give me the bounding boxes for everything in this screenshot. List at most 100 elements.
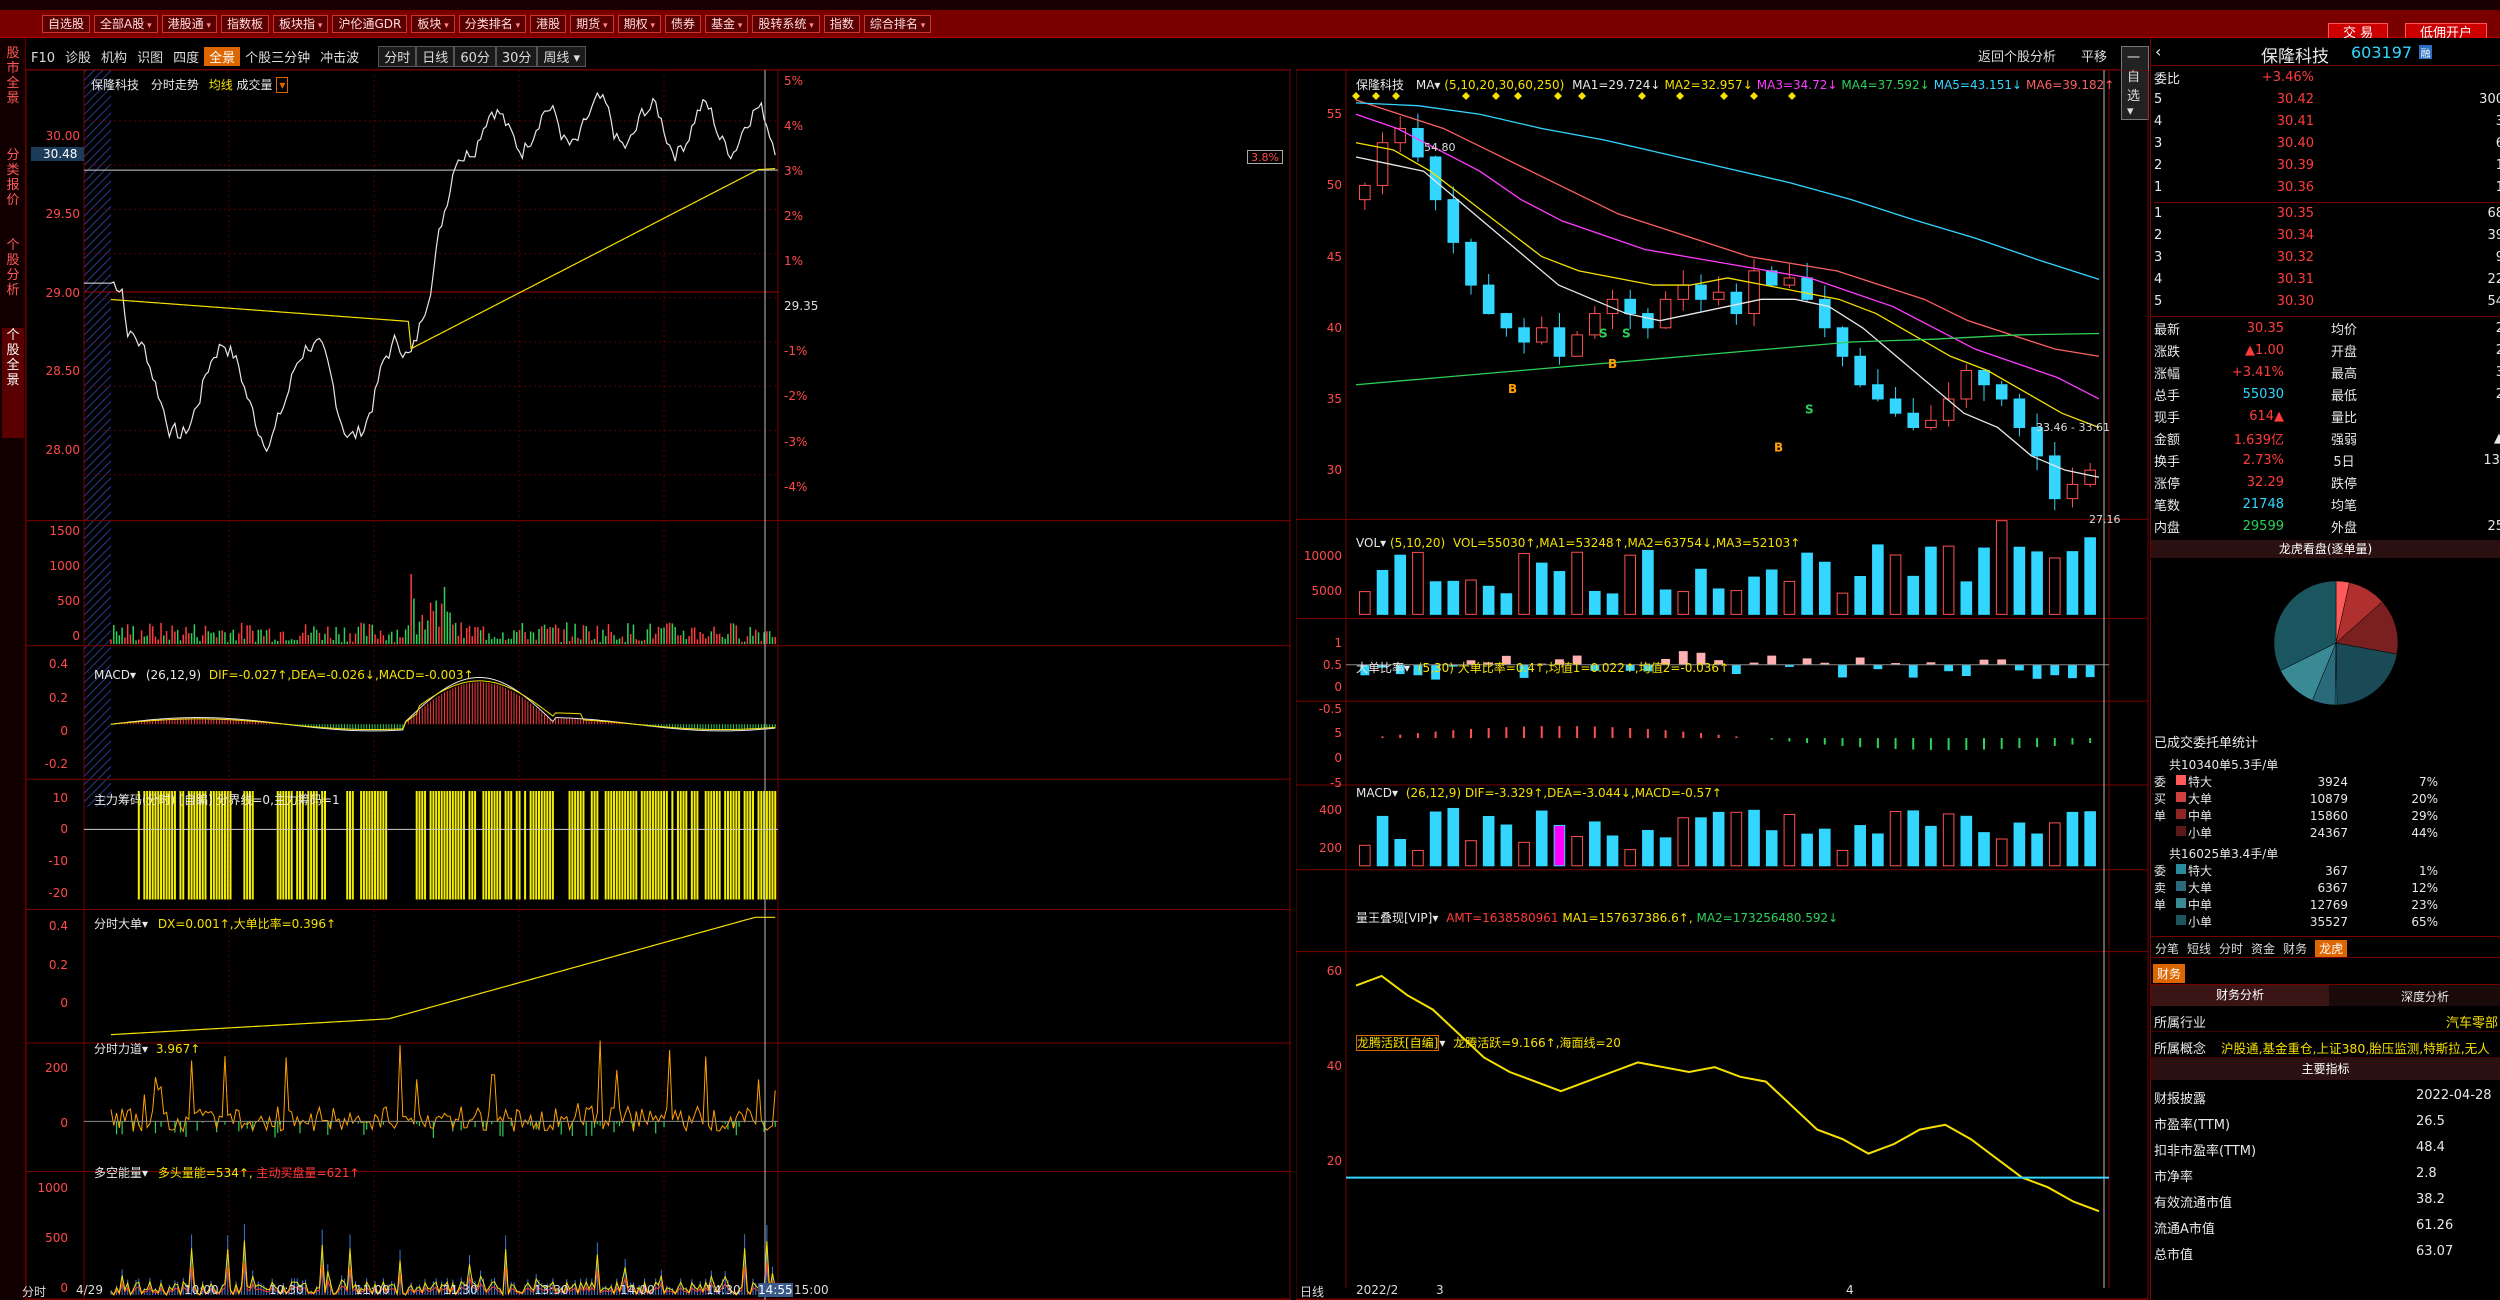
tab-finance-analysis[interactable]: 财务分析 bbox=[2151, 985, 2329, 1006]
tab-stock-analysis[interactable]: 个股分析 bbox=[2, 238, 24, 313]
tab-deep-analysis[interactable]: 深度分析 bbox=[2401, 988, 2449, 1005]
kline-price-axis-label: 30 bbox=[1326, 463, 1342, 478]
menu-item-9[interactable]: 期货 bbox=[570, 15, 614, 33]
sell-table: 委特大 367 1% 卖大单 6367 12% 单中单 12769 23% 小单 35527 65% bbox=[2154, 862, 2438, 930]
kline-bigratio-bar bbox=[1961, 664, 1971, 677]
kline-wang-bar bbox=[2031, 833, 2043, 867]
quote-tab-4[interactable]: 财务 bbox=[2283, 940, 2307, 957]
toolbar-item-0[interactable]: F10 bbox=[26, 51, 60, 66]
menu-item-7[interactable]: 分类排名 bbox=[458, 15, 527, 33]
right-toolbar: 返回个股分析 平移 一自选 ▾ bbox=[1296, 38, 2149, 120]
toolbar-item-5[interactable]: 全景 bbox=[204, 47, 241, 66]
time-axis-label: 11:00 bbox=[355, 1283, 390, 1297]
kline-wang-bar bbox=[1465, 840, 1477, 867]
force-axis-label: 0 bbox=[60, 1116, 68, 1131]
intraday-big-order-line bbox=[110, 916, 776, 1036]
tab-stock-panorama[interactable]: 个股全景 bbox=[2, 328, 24, 438]
buy-table: 委特大 3924 7% 买大单 10879 20% 单中单 15860 29% 小单 24367 44… bbox=[2154, 773, 2438, 841]
toolbar-item-7[interactable]: 冲击波 bbox=[315, 47, 364, 66]
ma-value-4: MA4=37.592↓ bbox=[1841, 78, 1930, 92]
bid-row: 3 30.32 9 bbox=[2154, 249, 2500, 265]
kline-wang-bar bbox=[2066, 811, 2079, 867]
ma-value-2: MA2=32.957↓ bbox=[1664, 78, 1753, 92]
tab-finance-active[interactable]: 财务 bbox=[2153, 964, 2186, 983]
time-axis-label: 15:00 bbox=[794, 1283, 829, 1297]
sell-row: 单中单 12769 23% bbox=[2154, 897, 2438, 913]
back-to-analysis-button[interactable]: 返回个股分析 bbox=[1973, 46, 2061, 65]
menu-item-5[interactable]: 沪伦通GDR bbox=[332, 15, 408, 33]
menu-item-0[interactable]: 自选股 bbox=[42, 15, 91, 33]
tab-market-overview[interactable]: 股市全景 bbox=[2, 46, 24, 121]
menu-item-13[interactable]: 股转系统 bbox=[752, 15, 820, 33]
kline-volume-bar bbox=[1553, 571, 1566, 615]
kline-wang-bar bbox=[1978, 832, 1990, 867]
toolbar-item-6[interactable]: 个股三分钟 bbox=[240, 47, 315, 66]
ask-row: 3 30.40 6 bbox=[2154, 135, 2500, 151]
kline-wang-bar bbox=[1730, 811, 1743, 867]
period-3[interactable]: 30分 bbox=[495, 46, 538, 67]
header-dropdown-icon[interactable]: ▾ bbox=[276, 77, 289, 93]
kline-time-axis-label: 3 bbox=[1436, 1283, 1444, 1297]
signal-diamond-icon bbox=[1514, 92, 1522, 100]
kline-volume-bar bbox=[2084, 537, 2096, 615]
menu-item-4[interactable]: 板块指 bbox=[273, 15, 329, 33]
stock-toolbar: F10 诊股 机构 识图 四度 全景 个股三分钟 冲击波 分时 日线 60分 30分 周线 ▾ bbox=[26, 38, 1291, 70]
toolbar-item-1[interactable]: 诊股 bbox=[60, 47, 96, 66]
menu-item-15[interactable]: 综合排名 bbox=[863, 15, 932, 33]
kline-candle bbox=[1624, 298, 1637, 315]
menu-item-8[interactable]: 港股 bbox=[530, 15, 567, 33]
kline-candle bbox=[1942, 398, 1955, 421]
quote-tab-3[interactable]: 资金 bbox=[2251, 940, 2275, 957]
quote-tab-0[interactable]: 分笔 bbox=[2155, 940, 2179, 957]
pan-button[interactable]: 平移 bbox=[2076, 46, 2112, 65]
kline-candle bbox=[1359, 184, 1371, 201]
pct-axis-label: -2% bbox=[784, 389, 808, 404]
menu-item-3[interactable]: 指数板 bbox=[221, 15, 270, 33]
period-1[interactable]: 日线 bbox=[416, 46, 455, 67]
kline-time-axis-label[interactable]: 日线 bbox=[1300, 1283, 1324, 1300]
finance-row: 市净率 2.8 bbox=[2154, 1166, 2437, 1185]
finance-row: 财报披露 2022-04-28 bbox=[2154, 1088, 2492, 1107]
toolbar-item-3[interactable]: 识图 bbox=[132, 47, 168, 66]
toolbar-item-2[interactable]: 机构 bbox=[96, 47, 132, 66]
kline-volume-bar bbox=[2066, 551, 2079, 615]
chip-axis-label: 0 bbox=[60, 822, 68, 837]
menu-item-1[interactable]: 全部A股 bbox=[94, 15, 158, 33]
toolbar-item-4[interactable]: 四度 bbox=[168, 47, 204, 66]
quote-tab-5[interactable]: 龙虎 bbox=[2315, 940, 2348, 957]
finance-row: 总市值 63.07 bbox=[2154, 1244, 2454, 1263]
ask-row: 2 30.39 1 bbox=[2154, 157, 2500, 173]
kline-volume-bar bbox=[1748, 576, 1760, 615]
quote-tab-2[interactable]: 分时 bbox=[2219, 940, 2243, 957]
menu-item-2[interactable]: 港股通 bbox=[161, 15, 218, 33]
kline-candle bbox=[1907, 412, 1920, 428]
quote-tab-1[interactable]: 短线 bbox=[2187, 940, 2211, 957]
buy-row: 买大单 10879 20% bbox=[2154, 791, 2438, 807]
ma-value-6: MA6=39.182↑ bbox=[2026, 78, 2115, 92]
kline-volume-bar bbox=[1359, 591, 1371, 615]
price-axis-label: 30.00 bbox=[45, 128, 80, 143]
kline-candle bbox=[1447, 199, 1460, 243]
menu-item-11[interactable]: 债券 bbox=[664, 15, 701, 33]
info-icon[interactable]: 融 bbox=[2419, 45, 2432, 60]
kline-candle bbox=[1783, 277, 1796, 286]
tab-category-quote[interactable]: 分类报价 bbox=[2, 148, 24, 223]
menu-item-10[interactable]: 期权 bbox=[617, 15, 661, 33]
back-arrow-icon[interactable]: ‹ bbox=[2155, 42, 2161, 61]
dragon-board-title: 龙虎看盘(逐单量) bbox=[2151, 540, 2500, 558]
kline-wang-bar bbox=[1854, 825, 1866, 867]
period-2[interactable]: 60分 bbox=[454, 46, 496, 67]
kline-price-axis-label: 55 bbox=[1326, 107, 1342, 122]
menu-item-14[interactable]: 指数 bbox=[823, 15, 860, 33]
vol-axis-label: 1500 bbox=[49, 523, 80, 538]
kline-wang-bar bbox=[1394, 838, 1407, 867]
kline-volume-bar bbox=[1429, 581, 1442, 615]
menu-item-6[interactable]: 板块 bbox=[411, 15, 455, 33]
period-4[interactable]: 周线 ▾ bbox=[537, 46, 587, 67]
period-0[interactable]: 分时 bbox=[378, 46, 417, 67]
kline-wang-bar bbox=[1677, 817, 1690, 867]
time-axis-label[interactable]: 分时 bbox=[22, 1283, 46, 1300]
kline-macd-axis-label: 0 bbox=[1334, 751, 1342, 766]
kline-candle bbox=[1748, 270, 1760, 315]
menu-item-12[interactable]: 基金 bbox=[705, 15, 749, 33]
